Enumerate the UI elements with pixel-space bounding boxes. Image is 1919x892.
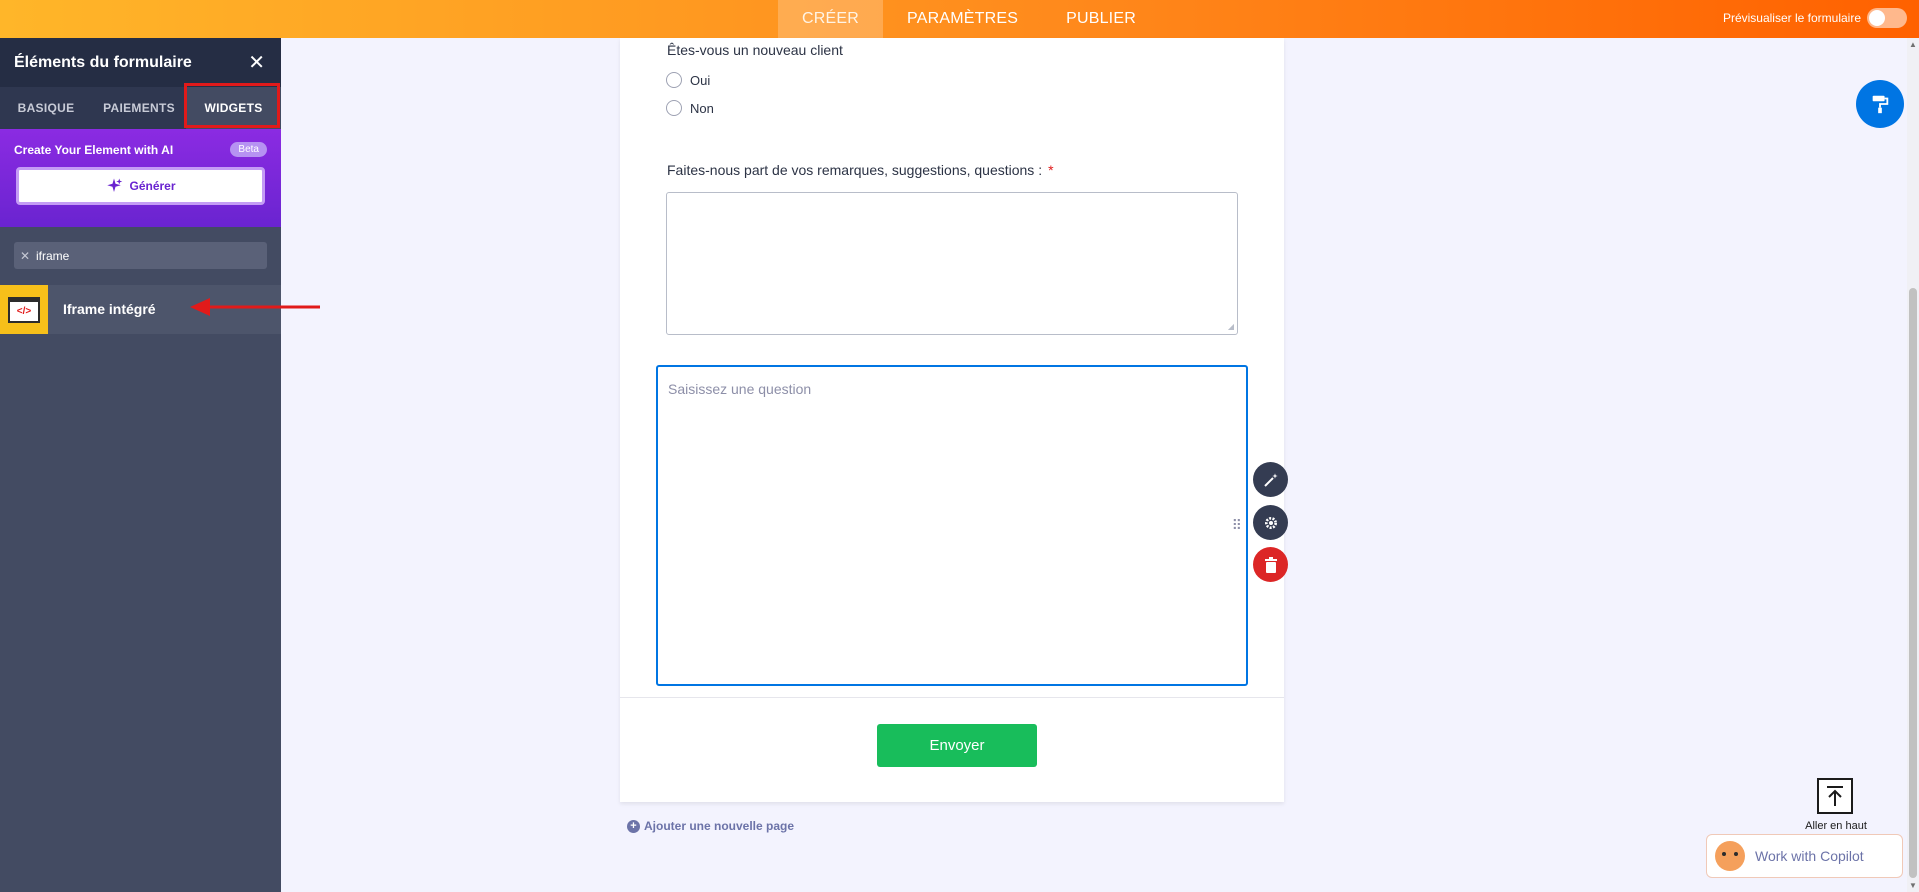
new-question-field[interactable]: Saisissez une question ⠿ xyxy=(656,365,1248,686)
form-designer-button[interactable] xyxy=(1856,80,1904,128)
clear-search-icon[interactable]: ✕ xyxy=(14,249,36,263)
feedback-label-text: Faites-nous part de vos remarques, sugge… xyxy=(667,162,1043,178)
widgets-highlight-box xyxy=(184,83,280,128)
close-icon[interactable]: ✕ xyxy=(248,50,265,75)
ai-panel-title: Create Your Element with AI xyxy=(14,143,174,157)
divider xyxy=(620,697,1284,698)
trash-icon[interactable] xyxy=(1253,547,1288,582)
annotation-arrow xyxy=(190,298,320,316)
arrow-up-icon xyxy=(1827,786,1843,806)
radio-label: Non xyxy=(690,100,714,116)
radio-option-oui[interactable]: Oui xyxy=(666,72,710,88)
scroll-down-icon[interactable]: ▼ xyxy=(1909,881,1917,890)
beta-badge: Beta xyxy=(230,142,267,157)
iframe-icon: </> xyxy=(0,285,48,334)
radio-circle[interactable] xyxy=(666,72,682,88)
tab-creer[interactable]: CRÉER xyxy=(778,0,884,38)
gear-icon[interactable] xyxy=(1253,505,1288,540)
tab-publier[interactable]: PUBLIER xyxy=(1042,0,1160,38)
radio-circle[interactable] xyxy=(666,100,682,116)
copilot-label: Work with Copilot xyxy=(1755,848,1864,864)
sidebar-header: Éléments du formulaire ✕ xyxy=(0,38,281,87)
radio-option-non[interactable]: Non xyxy=(666,100,714,116)
top-bar: CRÉER PARAMÈTRES PUBLIER Prévisualiser l… xyxy=(0,0,1919,38)
generate-label: Générer xyxy=(129,179,176,193)
preview-label: Prévisualiser le formulaire xyxy=(1722,11,1861,25)
feedback-textarea[interactable]: ◢ xyxy=(666,192,1238,335)
add-page-label: Ajouter une nouvelle page xyxy=(644,819,795,833)
copilot-avatar-icon xyxy=(1715,841,1745,871)
paint-roller-icon xyxy=(1872,95,1889,114)
copilot-button[interactable]: Work with Copilot xyxy=(1706,834,1903,878)
required-mark: * xyxy=(1048,162,1054,178)
question-new-client-label: Êtes-vous un nouveau client xyxy=(667,42,843,58)
drag-handle-icon[interactable]: ⠿ xyxy=(1232,517,1242,534)
tab-paiements[interactable]: PAIEMENTS xyxy=(92,87,186,129)
form-elements-sidebar: Éléments du formulaire ✕ BASIQUE PAIEMEN… xyxy=(0,38,281,892)
tab-parametres[interactable]: PARAMÈTRES xyxy=(883,0,1042,38)
tab-basique[interactable]: BASIQUE xyxy=(0,87,92,129)
ai-element-panel: Create Your Element with AI Beta Générer xyxy=(0,129,281,227)
search-value: iframe xyxy=(36,248,70,263)
main-nav: CRÉER PARAMÈTRES PUBLIER xyxy=(778,0,1160,38)
scroll-top-label: Aller en haut xyxy=(1805,820,1867,832)
add-new-page-link[interactable]: + Ajouter une nouvelle page xyxy=(627,819,794,833)
sidebar-title: Éléments du formulaire xyxy=(14,54,192,71)
toggle-knob xyxy=(1869,10,1885,26)
preview-toggle[interactable] xyxy=(1867,8,1907,28)
magic-wand-icon[interactable] xyxy=(1253,462,1288,497)
scroll-thumb[interactable] xyxy=(1909,288,1917,878)
plus-circle-icon: + xyxy=(627,819,640,833)
new-question-placeholder: Saisissez une question xyxy=(668,381,812,397)
question-feedback-label: Faites-nous part de vos remarques, sugge… xyxy=(667,162,1054,178)
scroll-top-button[interactable] xyxy=(1817,778,1853,814)
element-search-input[interactable]: ✕ iframe xyxy=(14,242,267,269)
generate-button[interactable]: Générer xyxy=(16,167,265,205)
form-card: Êtes-vous un nouveau client Oui Non Fait… xyxy=(620,38,1284,802)
sparkle-icon xyxy=(107,178,123,192)
page-scrollbar[interactable]: ▲ ▼ xyxy=(1907,38,1919,892)
code-icon: </> xyxy=(8,296,40,323)
radio-label: Oui xyxy=(690,72,711,88)
scroll-up-icon[interactable]: ▲ xyxy=(1909,40,1917,49)
resize-grip-icon[interactable]: ◢ xyxy=(1228,322,1234,331)
submit-button[interactable]: Envoyer xyxy=(877,724,1037,767)
element-label: Iframe intégré xyxy=(63,301,156,317)
